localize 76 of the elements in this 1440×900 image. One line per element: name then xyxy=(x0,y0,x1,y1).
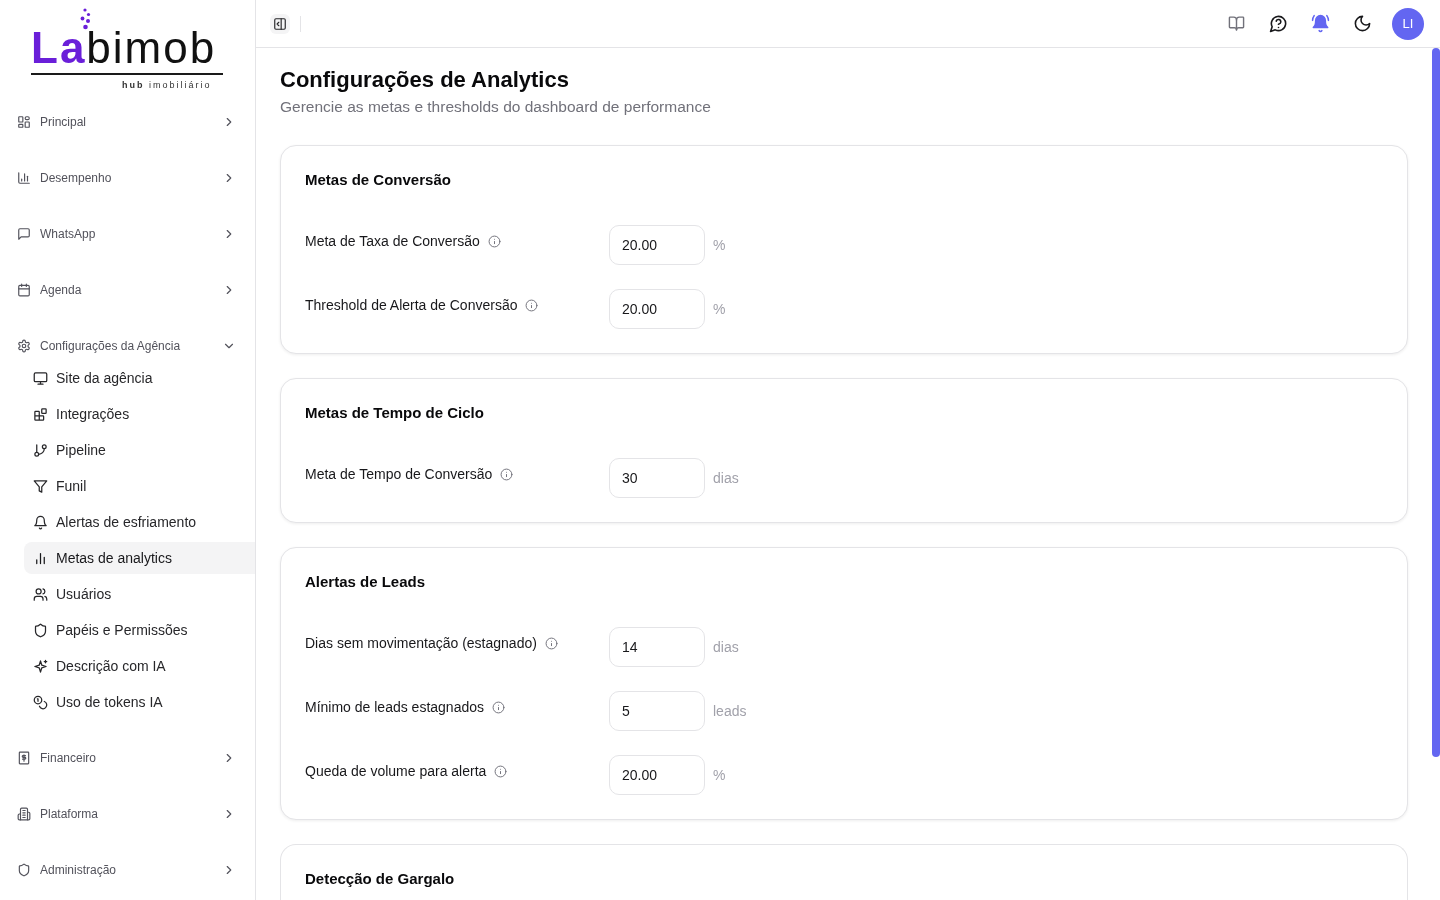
unit-label: leads xyxy=(713,702,747,721)
nav-item[interactable]: Plataforma xyxy=(8,798,247,830)
nav-subitem[interactable]: Funil xyxy=(24,470,255,502)
blocks-icon xyxy=(33,406,48,422)
number-input[interactable]: 5 xyxy=(609,691,705,731)
info-icon[interactable] xyxy=(492,700,505,714)
nav-item[interactable]: Administração xyxy=(8,854,247,886)
number-input[interactable]: 20.00 xyxy=(609,755,705,795)
bar-chart-icon xyxy=(33,550,48,566)
section-title: Metas de Conversão xyxy=(305,170,452,190)
bell-icon xyxy=(33,514,48,530)
number-input[interactable]: 14 xyxy=(609,627,705,667)
nav-item[interactable]: WhatsApp xyxy=(8,218,247,250)
field-label: Meta de Tempo de Conversão xyxy=(305,465,493,484)
scrollbar-thumb[interactable] xyxy=(1432,48,1440,757)
settings-icon xyxy=(17,339,31,353)
chat-bubble-icon xyxy=(17,227,31,241)
moon-icon xyxy=(1352,14,1372,33)
nav-subitem[interactable]: Pipeline xyxy=(24,434,255,466)
nav-subitem[interactable]: Uso de tokens IA xyxy=(24,686,255,718)
nav-subitem[interactable]: Papéis e Permissões xyxy=(24,614,255,646)
unit-label: % xyxy=(713,300,726,319)
users-icon xyxy=(33,586,48,602)
logo-wordmark: Labimob xyxy=(31,30,217,66)
monitor-icon xyxy=(33,370,48,386)
bar-chart-icon xyxy=(17,171,31,185)
shield-icon xyxy=(17,863,31,877)
number-input[interactable]: 30 xyxy=(609,458,705,498)
field-label: Mínimo de leads estagnados xyxy=(305,698,484,717)
page-subtitle: Gerencie as metas e thresholds do dashboard de performance xyxy=(280,97,712,117)
coins-icon xyxy=(33,694,48,710)
nav-item[interactable]: Financeiro xyxy=(8,742,247,774)
field-label: Threshold de Alerta de Conversão xyxy=(305,296,518,315)
field-label: Dias sem movimentação (estagnado) xyxy=(305,634,537,653)
nav-item[interactable]: Desempenho xyxy=(8,162,247,194)
help-icon xyxy=(1268,14,1288,33)
sidebar-toggle-button[interactable] xyxy=(270,13,290,34)
section-title: Metas de Tempo de Ciclo xyxy=(305,403,485,423)
number-input[interactable]: 20.00 xyxy=(609,289,705,329)
branch-icon xyxy=(33,442,48,458)
logo-dots-icon xyxy=(79,8,91,30)
nav-item[interactable]: Principal xyxy=(8,106,247,138)
number-input[interactable]: 20.00 xyxy=(609,225,705,265)
info-icon[interactable] xyxy=(544,636,558,650)
calendar-icon xyxy=(17,283,31,297)
section-title: Detecção de Gargalo xyxy=(305,869,456,889)
nav-subitem[interactable]: Descrição com IA xyxy=(24,650,255,682)
user-avatar[interactable]: LI xyxy=(1392,7,1424,40)
nav-subitem[interactable]: Integrações xyxy=(24,398,255,430)
nav-subitem[interactable]: Alertas de esfriamento xyxy=(24,506,255,538)
info-icon[interactable] xyxy=(500,467,514,481)
grid-icon xyxy=(17,115,31,129)
dollar-document-icon xyxy=(17,751,31,765)
unit-label: dias xyxy=(713,638,739,657)
nav-subitem[interactable]: Usuários xyxy=(24,578,255,610)
funnel-icon xyxy=(33,478,48,494)
field-label: Queda de volume para alerta xyxy=(305,762,487,781)
info-icon[interactable] xyxy=(487,234,501,248)
info-icon[interactable] xyxy=(494,764,508,778)
nav-subitem[interactable]: Site da agência xyxy=(24,362,255,394)
page-title: Configurações de Analytics xyxy=(280,66,570,94)
logo-tagline: hub imobiliário xyxy=(122,79,212,91)
book-icon xyxy=(1227,15,1245,32)
unit-label: dias xyxy=(713,469,739,488)
nav-item[interactable]: Configurações da Agência xyxy=(8,330,247,362)
field-label: Meta de Taxa de Conversão xyxy=(305,232,480,251)
sidebar-toggle-icon xyxy=(273,16,287,31)
nav-item[interactable]: Agenda xyxy=(8,274,247,306)
nav-subitem[interactable]: Metas de analytics xyxy=(24,542,255,574)
sparkles-icon xyxy=(33,658,48,674)
building-icon xyxy=(17,807,31,821)
unit-label: % xyxy=(713,236,726,255)
shield-icon xyxy=(33,622,48,638)
info-icon[interactable] xyxy=(525,298,539,312)
section-title: Alertas de Leads xyxy=(305,572,427,592)
unit-label: % xyxy=(713,766,726,785)
